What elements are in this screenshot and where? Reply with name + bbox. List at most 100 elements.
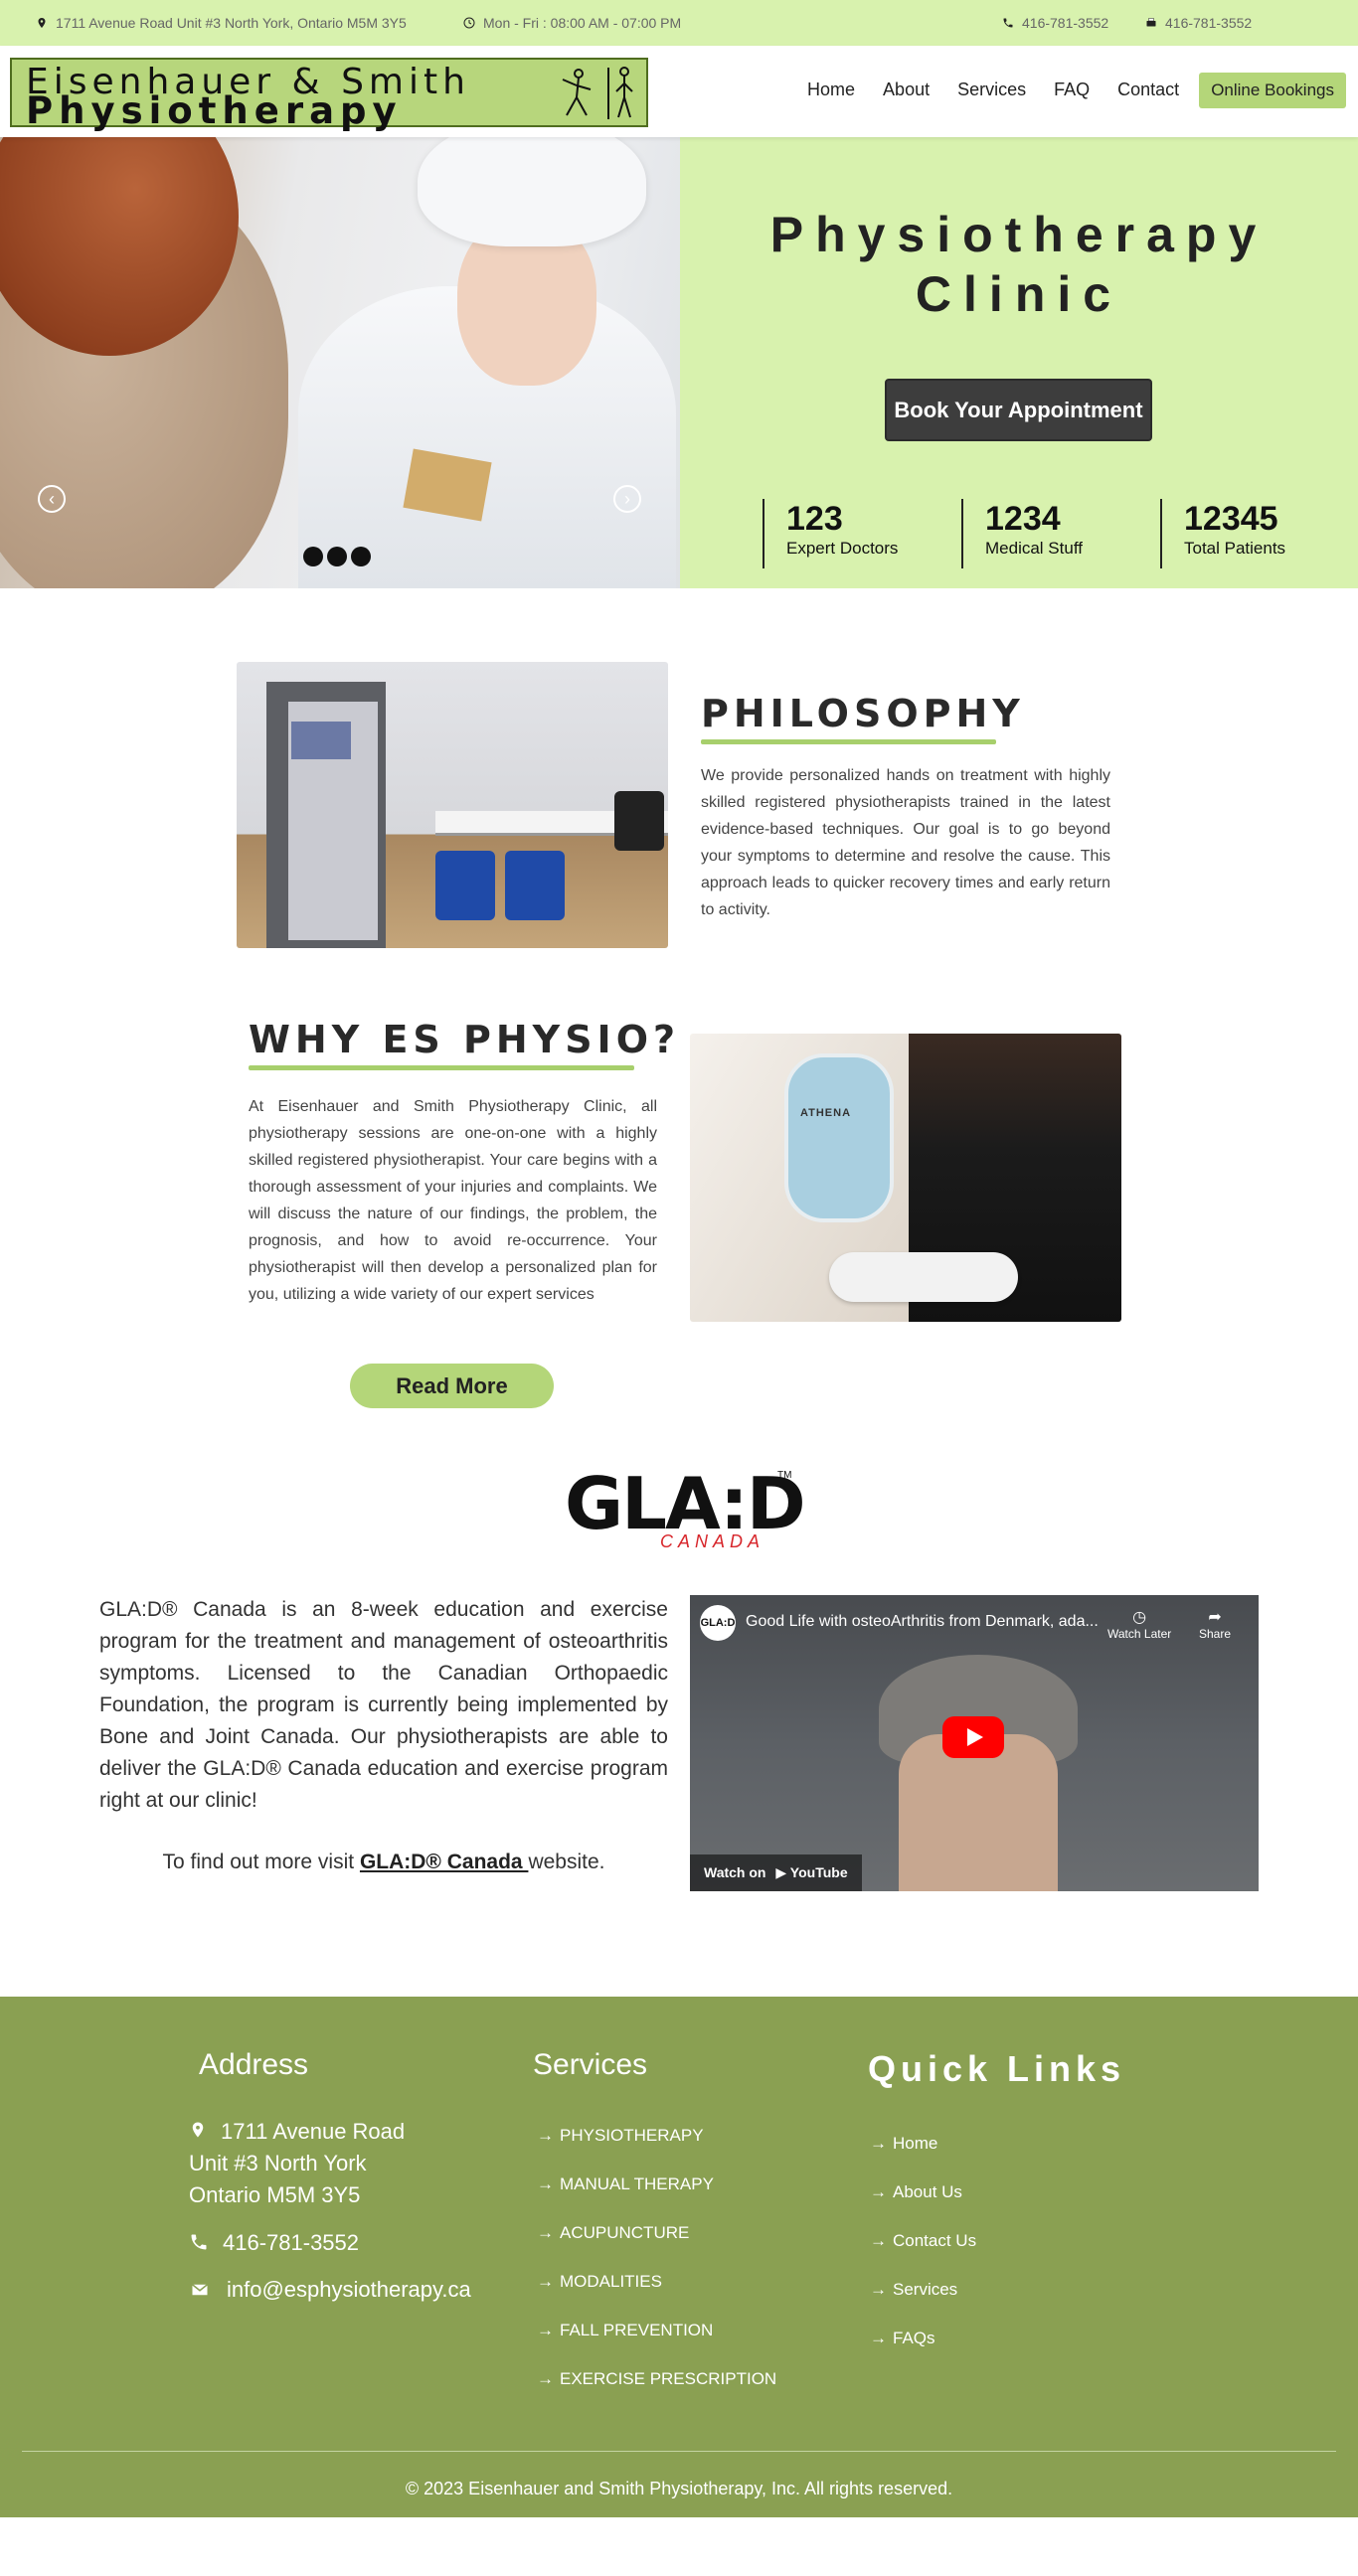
hero-carousel (0, 137, 680, 588)
service-label: MANUAL THERAPY (560, 2174, 714, 2193)
stat-number: 123 (786, 500, 843, 538)
address-line: Unit #3 North York (189, 2151, 367, 2175)
doctor-cap (418, 137, 646, 246)
carousel-dot-2[interactable] (327, 547, 347, 566)
why-heading: WHY ES PHYSIO? (249, 1018, 680, 1070)
footer-address: 1711 Avenue Road Unit #3 North York Onta… (189, 2116, 405, 2211)
youtube-video-embed[interactable]: GLA:D Good Life with osteoArthritis from… (690, 1595, 1259, 1891)
footer-service-link[interactable]: → PHYSIOTHERAPY (537, 2126, 704, 2146)
watch-on-label: Watch on (704, 1864, 766, 1880)
footer-quicklinks-heading: Quick Links (868, 2048, 1126, 2089)
carousel-dot-3[interactable] (351, 547, 371, 566)
topbar-fax[interactable]: 416-781-3552 (1145, 0, 1252, 46)
arrow-right-icon: → (537, 2174, 554, 2193)
stat-label: Expert Doctors (786, 539, 899, 558)
arrow-right-icon: → (537, 2272, 554, 2291)
footer-service-link[interactable]: → ACUPUNCTURE (537, 2223, 689, 2243)
address-line: Ontario M5M 3Y5 (189, 2182, 361, 2207)
stat-item: 123 Expert Doctors (763, 499, 961, 568)
hero-title-line1: Physiotherapy (769, 207, 1269, 262)
arrow-right-icon: → (870, 2231, 887, 2250)
service-label: PHYSIOTHERAPY (560, 2126, 704, 2145)
footer-quick-link[interactable]: → Contact Us (870, 2231, 976, 2251)
footer-service-link[interactable]: → MANUAL THERAPY (537, 2174, 714, 2194)
map-pin-icon (189, 2118, 209, 2138)
video-title[interactable]: Good Life with osteoArthritis from Denma… (746, 1613, 1099, 1631)
youtube-logo-icon: ▶ (775, 1864, 787, 1880)
clinic-room-photo (237, 662, 668, 948)
heading-underline (249, 1065, 634, 1070)
hero-panel: Physiotherapy Clinic Book Your Appointme… (680, 137, 1358, 588)
book-appointment-button[interactable]: Book Your Appointment (885, 379, 1152, 441)
footer-service-link[interactable]: → MODALITIES (537, 2272, 662, 2292)
clock-icon: ◷ (1132, 1609, 1147, 1626)
footer-phone[interactable]: 416-781-3552 (189, 2227, 359, 2259)
footer-service-link[interactable]: → EXERCISE PRESCRIPTION (537, 2369, 776, 2389)
quick-link-label: About Us (893, 2182, 962, 2201)
stat-item: 12345 Total Patients (1160, 499, 1358, 568)
footer-address-column: Address (199, 2048, 308, 2082)
device-label: ATHENA (800, 1107, 852, 1119)
stat-label: Total Patients (1184, 539, 1286, 558)
share-button[interactable]: ➦ Share (1199, 1607, 1231, 1641)
channel-avatar[interactable]: GLA:D (700, 1605, 736, 1641)
stat-number: 12345 (1184, 500, 1278, 538)
glad-canada-link[interactable]: GLA:D® Canada (360, 1851, 529, 1873)
online-bookings-button[interactable]: Online Bookings (1199, 72, 1346, 108)
footer-quick-link[interactable]: → FAQs (870, 2329, 935, 2348)
carousel-next-button[interactable]: › (613, 485, 641, 513)
nav-services[interactable]: Services (943, 70, 1040, 110)
hero-section: ‹ › Physiotherapy Clinic Book Your Appoi… (0, 137, 1358, 588)
footer-service-link[interactable]: → FALL PREVENTION (537, 2321, 713, 2340)
email-text: info@esphysiotherapy.ca (227, 2277, 471, 2302)
service-label: ACUPUNCTURE (560, 2223, 690, 2242)
topbar-phone[interactable]: 416-781-3552 (1002, 0, 1108, 46)
carousel-prev-button[interactable]: ‹ (38, 485, 66, 513)
glad-canada-logo[interactable]: GLA:D TM CANADA (565, 1468, 806, 1551)
chair-2 (505, 851, 565, 920)
treatment-device-photo: ATHENA (690, 1034, 1121, 1322)
watch-later-button[interactable]: ◷ Watch Later (1107, 1607, 1171, 1641)
footer-quick-link[interactable]: → Home (870, 2134, 937, 2154)
stats-row: 123 Expert Doctors 1234 Medical Stuff 12… (763, 499, 1358, 568)
phone-text: 416-781-3552 (223, 2230, 360, 2255)
play-button[interactable] (942, 1716, 1004, 1758)
watch-on-youtube-button[interactable]: Watch on ▶ YouTube (690, 1854, 862, 1891)
footer-email[interactable]: info@esphysiotherapy.ca (189, 2274, 471, 2306)
watch-later-label: Watch Later (1107, 1627, 1172, 1641)
nav-home[interactable]: Home (793, 70, 869, 110)
physio-figure-icon (562, 67, 633, 119)
nav-about[interactable]: About (869, 70, 943, 110)
phone-icon (1003, 18, 1013, 28)
office-chair (614, 791, 664, 851)
top-info-bar: 1711 Avenue Road Unit #3 North York, Ont… (0, 0, 1358, 46)
footer-quick-link[interactable]: → Services (870, 2280, 957, 2300)
device-remote: ATHENA (784, 1053, 894, 1222)
topbar-hours: Mon - Fri : 08:00 AM - 07:00 PM (463, 0, 681, 46)
footer-quick-link[interactable]: → About Us (870, 2182, 962, 2202)
main-nav: Home About Services FAQ Contact Online B… (793, 70, 1346, 110)
arrow-right-icon: → (870, 2280, 887, 2299)
glad-logo-tm: TM (777, 1470, 792, 1481)
nav-faq[interactable]: FAQ (1040, 70, 1103, 110)
carousel-dot-1[interactable] (303, 547, 323, 566)
glad-visit-line: To find out more visit GLA:D® Canada web… (99, 1851, 668, 1874)
arrow-right-icon: → (870, 2182, 887, 2201)
footer-address-heading: Address (199, 2048, 309, 2081)
platform-label: YouTube (789, 1864, 848, 1880)
visit-suffix: website. (528, 1851, 605, 1873)
nav-contact[interactable]: Contact (1103, 70, 1193, 110)
quick-link-label: FAQs (893, 2329, 935, 2347)
quick-link-label: Services (893, 2280, 958, 2299)
site-logo[interactable]: Eisenhauer & Smith Physiotherapy (10, 58, 648, 132)
arrow-right-icon: → (537, 2321, 554, 2339)
fax-icon (1146, 18, 1156, 27)
read-more-button[interactable]: Read More (350, 1364, 554, 1408)
logo-line2: Physiotherapy (26, 89, 403, 132)
chair-1 (435, 851, 495, 920)
why-text: At Eisenhauer and Smith Physiotherapy Cl… (249, 1098, 657, 1303)
quick-link-label: Contact Us (893, 2231, 977, 2250)
envelope-icon (189, 2276, 209, 2296)
service-label: FALL PREVENTION (560, 2321, 714, 2339)
philosophy-heading: PHILOSOPHY (701, 692, 1025, 744)
